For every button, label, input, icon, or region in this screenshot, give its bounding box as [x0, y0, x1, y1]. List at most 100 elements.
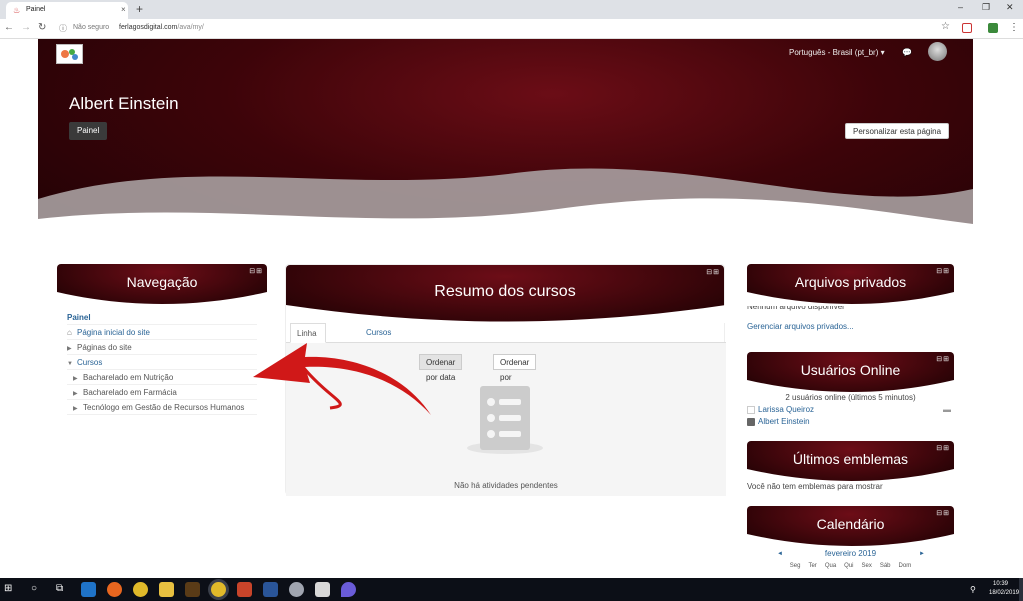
- window-close-icon[interactable]: ✕: [1006, 2, 1014, 13]
- app-icon[interactable]: [185, 582, 200, 597]
- block-title: Resumo dos cursos: [434, 283, 576, 300]
- edge-icon[interactable]: [81, 582, 96, 597]
- calendar-weekdays: Seg Ter Qua Qui Sex Sáb Dom: [747, 560, 954, 572]
- breadcrumb[interactable]: Painel: [69, 122, 108, 140]
- browser-menu-icon[interactable]: ⋮: [1009, 22, 1019, 33]
- block-controls-icon[interactable]: ⊟⊞: [936, 444, 950, 452]
- message-icon[interactable]: ▬: [943, 404, 951, 416]
- online-user-name[interactable]: Larissa Queiroz: [758, 405, 814, 414]
- nav-item-course[interactable]: ▶ Bacharelado em Farmácia: [67, 385, 257, 400]
- block-controls-icon[interactable]: ⊟⊞: [936, 509, 950, 517]
- customize-page-button[interactable]: Personalizar esta página: [845, 123, 950, 139]
- block-header: Navegação ⊟⊞: [57, 264, 267, 306]
- calendar-block: Calendário ⊟⊞ ◄ fevereiro 2019 ► Seg Ter…: [747, 506, 954, 578]
- block-wave: [747, 292, 954, 306]
- online-user-row[interactable]: Albert Einstein: [747, 416, 954, 428]
- browser-tab-bar: ♨ Painel × + – ❐ ✕: [0, 0, 1023, 19]
- nav-label: Bacharelado em Nutrição: [83, 373, 174, 382]
- no-badges-text: Você não tem emblemas para mostrar: [747, 482, 883, 491]
- task-view-icon[interactable]: ⧉: [56, 583, 63, 594]
- block-title: Usuários Online: [800, 362, 901, 378]
- close-tab-icon[interactable]: ×: [121, 5, 126, 14]
- firefox-icon[interactable]: [107, 582, 122, 597]
- site-logo[interactable]: [56, 44, 83, 64]
- annotation-arrow: [253, 343, 431, 415]
- nav-item-courses[interactable]: ▼ Cursos: [67, 355, 257, 370]
- block-controls-icon[interactable]: ⊟⊞: [936, 267, 950, 275]
- user-avatar[interactable]: [928, 42, 947, 61]
- url-path: /ava/my/: [177, 24, 204, 31]
- url-host: ferlagosdigital.com: [119, 24, 178, 31]
- online-user-name[interactable]: Albert Einstein: [758, 417, 810, 426]
- navigation-list: Painel ⌂ Página inicial do site ▶ Páginas …: [57, 306, 267, 419]
- network-icon[interactable]: ⚲: [970, 585, 976, 594]
- block-wave: [747, 380, 954, 394]
- nav-item-site-pages[interactable]: ▶ Páginas do site: [67, 340, 257, 355]
- security-label: Não seguro: [73, 24, 110, 31]
- online-users-block: Usuários Online ⊟⊞ 2 usuários online (úl…: [747, 352, 954, 428]
- info-icon[interactable]: ⓘ: [59, 23, 67, 34]
- private-files-block: Arquivos privados ⊟⊞ Nenhum arquivo disp…: [747, 264, 954, 338]
- nav-label: Bacharelado em Farmácia: [83, 388, 177, 397]
- nav-label: Cursos: [77, 358, 103, 367]
- block-header: Calendário ⊟⊞: [747, 506, 954, 548]
- active-chrome-icon[interactable]: [211, 582, 226, 597]
- clock-date: 18/02/2019: [989, 590, 1020, 596]
- url-field[interactable]: ⓘ Não seguro ferlagosdigital.com/ava/my/: [57, 22, 937, 36]
- reload-icon[interactable]: ↻: [38, 22, 46, 33]
- weekday-label: Seg: [789, 563, 801, 569]
- messages-icon[interactable]: 💬: [902, 48, 912, 57]
- extension-icon[interactable]: [962, 23, 972, 33]
- back-arrow-icon[interactable]: ←: [4, 22, 14, 33]
- avatar: [747, 417, 755, 426]
- nav-label: Página inicial do site: [77, 328, 150, 337]
- next-month-icon[interactable]: ►: [919, 548, 925, 560]
- block-wave: [57, 292, 267, 306]
- nav-item-course[interactable]: ▶ Tecnólogo em Gestão de Recursos Humanos: [67, 400, 257, 415]
- maps-icon[interactable]: [341, 582, 356, 597]
- block-controls-icon[interactable]: ⊟⊞: [706, 268, 720, 276]
- weekday-label: Sex: [861, 563, 872, 569]
- block-controls-icon[interactable]: ⊟⊞: [249, 267, 263, 275]
- file-explorer-icon[interactable]: [159, 582, 174, 597]
- block-header: Últimos emblemas ⊟⊞: [747, 441, 954, 483]
- nav-item-home[interactable]: ⌂ Página inicial do site: [67, 325, 257, 340]
- weekday-label: Qua: [824, 563, 837, 569]
- extension-icon[interactable]: [988, 23, 998, 33]
- manage-files-link[interactable]: Gerenciar arquivos privados...: [747, 322, 954, 332]
- show-desktop-button[interactable]: [1019, 578, 1023, 601]
- empty-list-icon: [467, 386, 543, 454]
- sort-by-courses-button[interactable]: Ordenar por cursos: [493, 354, 537, 397]
- new-tab-button[interactable]: +: [136, 2, 143, 16]
- nav-item-dashboard[interactable]: Painel: [67, 310, 257, 325]
- minimize-icon[interactable]: –: [958, 2, 963, 12]
- pdf-icon[interactable]: [315, 582, 330, 597]
- block-wave: [747, 534, 954, 548]
- windows-start-icon[interactable]: ⊞: [4, 583, 12, 594]
- block-wave: [747, 469, 954, 483]
- forward-arrow-icon[interactable]: →: [21, 22, 31, 33]
- restore-icon[interactable]: ❐: [982, 2, 990, 13]
- latest-badges-block: Últimos emblemas ⊟⊞ Você não tem emblema…: [747, 441, 954, 493]
- page-title: Albert Einstein: [69, 94, 179, 113]
- language-menu[interactable]: Português - Brasil (pt_br) ▾: [789, 48, 885, 57]
- browser-tab[interactable]: ♨ Painel ×: [6, 2, 128, 19]
- block-header: Arquivos privados ⊟⊞: [747, 264, 954, 306]
- tab-title: Painel: [26, 6, 46, 13]
- bookmark-star-icon[interactable]: ☆: [941, 21, 950, 32]
- calendar-month[interactable]: fevereiro 2019: [825, 549, 876, 558]
- weekday-label: Sáb: [879, 563, 891, 569]
- app-icon[interactable]: [289, 582, 304, 597]
- powerpoint-icon[interactable]: [237, 582, 252, 597]
- chrome-icon[interactable]: [133, 582, 148, 597]
- nav-item-course[interactable]: ▶ Bacharelado em Nutrição: [67, 370, 257, 385]
- nav-label: Páginas do site: [77, 343, 132, 352]
- page-content: Português - Brasil (pt_br) ▾ 💬 Albert Ei…: [38, 39, 973, 578]
- word-icon[interactable]: [263, 582, 278, 597]
- block-controls-icon[interactable]: ⊟⊞: [936, 355, 950, 363]
- search-icon[interactable]: ○: [31, 583, 37, 594]
- online-user-row[interactable]: Larissa Queiroz ▬: [747, 404, 954, 416]
- previous-month-icon[interactable]: ◄: [777, 548, 783, 560]
- nav-label: Tecnólogo em Gestão de Recursos Humanos: [83, 403, 245, 412]
- calendar-month-row: ◄ fevereiro 2019 ►: [747, 548, 954, 560]
